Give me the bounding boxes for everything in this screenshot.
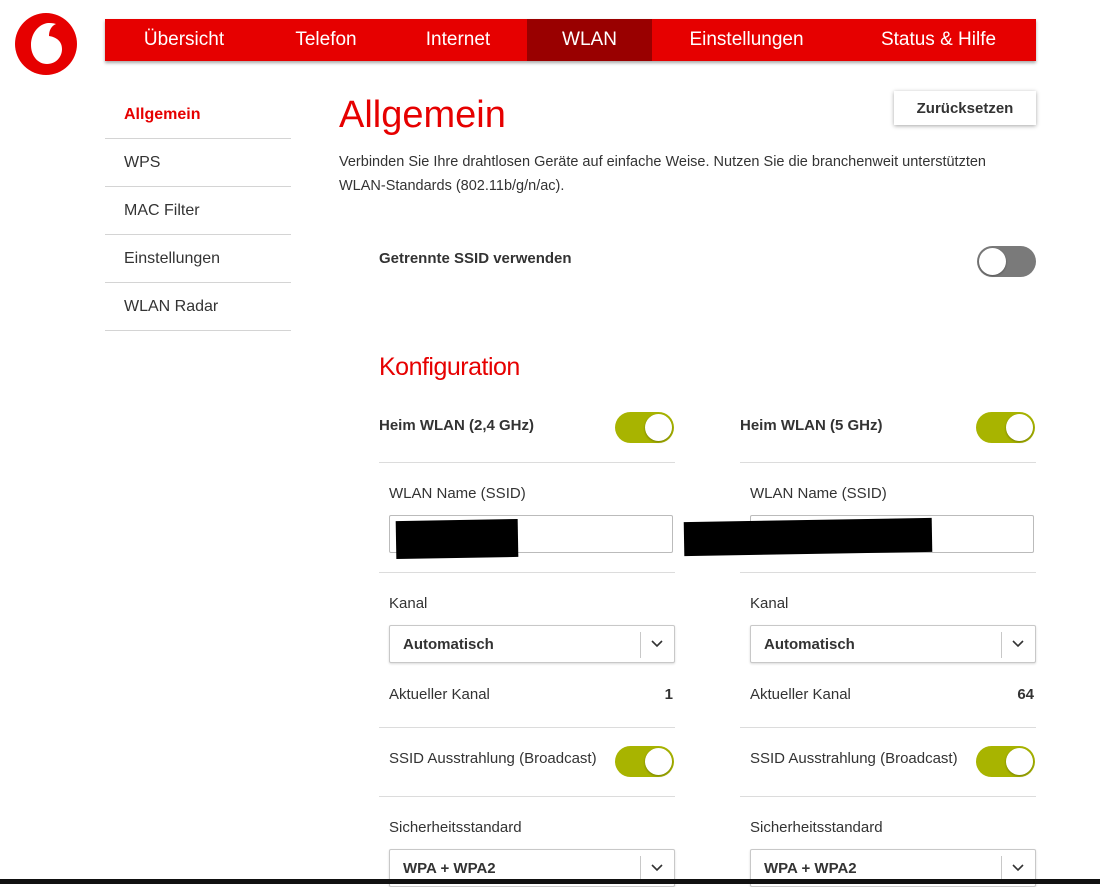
- redaction-mark: [683, 517, 933, 557]
- current-channel-label: Aktueller Kanal: [389, 686, 490, 703]
- sidebar: Allgemein WPS MAC Filter Einstellungen W…: [105, 91, 291, 331]
- divider: [379, 572, 675, 573]
- ssid-label: WLAN Name (SSID): [750, 485, 887, 502]
- current-channel-label: Aktueller Kanal: [750, 686, 851, 703]
- band-header: Heim WLAN (5 GHz): [740, 417, 883, 434]
- broadcast-label: SSID Ausstrahlung (Broadcast): [750, 750, 958, 767]
- band-24ghz-panel: Heim WLAN (2,4 GHz) WLAN Name (SSID) Kan…: [379, 405, 675, 887]
- chevron-down-icon: [1012, 640, 1024, 648]
- toggle-knob: [1006, 414, 1033, 441]
- tab-einstellungen[interactable]: Einstellungen: [652, 19, 841, 61]
- divider: [740, 727, 1036, 728]
- broadcast-5ghz-toggle[interactable]: [976, 746, 1035, 777]
- divider: [379, 462, 675, 463]
- security-label: Sicherheitsstandard: [750, 819, 883, 836]
- config-section-title: Konfiguration: [379, 353, 520, 381]
- channel-label: Kanal: [750, 595, 789, 612]
- tab-internet[interactable]: Internet: [389, 19, 527, 61]
- divider: [740, 796, 1036, 797]
- channel-select-value: Automatisch: [403, 636, 494, 653]
- band-5ghz-toggle[interactable]: [976, 412, 1035, 443]
- page-description: Verbinden Sie Ihre drahtlosen Geräte auf…: [339, 154, 986, 194]
- tab-uebersicht[interactable]: Übersicht: [105, 19, 263, 61]
- ssid-label: WLAN Name (SSID): [389, 485, 526, 502]
- broadcast-label: SSID Ausstrahlung (Broadcast): [389, 750, 597, 767]
- band-5ghz-panel: Heim WLAN (5 GHz) WLAN Name (SSID) Kanal…: [740, 405, 1036, 887]
- sidebar-item-einstellungen[interactable]: Einstellungen: [105, 235, 291, 283]
- select-divider: [640, 632, 641, 658]
- top-navigation: Übersicht Telefon Internet WLAN Einstell…: [105, 19, 1036, 61]
- broadcast-24ghz-toggle[interactable]: [615, 746, 674, 777]
- channel-select-value: Automatisch: [764, 636, 855, 653]
- toggle-knob: [979, 248, 1006, 275]
- divider: [379, 796, 675, 797]
- chevron-down-icon: [651, 864, 663, 872]
- separate-ssid-label: Getrennte SSID verwenden: [379, 250, 572, 267]
- vodafone-logo-icon[interactable]: [15, 13, 77, 75]
- bottom-edge-bar: [0, 879, 1100, 884]
- divider: [379, 727, 675, 728]
- tab-telefon[interactable]: Telefon: [263, 19, 389, 61]
- divider: [740, 572, 1036, 573]
- security-label: Sicherheitsstandard: [389, 819, 522, 836]
- channel-label: Kanal: [389, 595, 428, 612]
- select-divider: [1001, 632, 1002, 658]
- band-24ghz-toggle[interactable]: [615, 412, 674, 443]
- divider: [740, 462, 1036, 463]
- current-channel-value: 1: [664, 686, 673, 703]
- security-select-value: WPA + WPA2: [403, 860, 496, 877]
- channel-select[interactable]: Automatisch: [750, 625, 1036, 663]
- tab-status-hilfe[interactable]: Status & Hilfe: [841, 19, 1036, 61]
- separate-ssid-toggle[interactable]: [977, 246, 1036, 277]
- reset-button[interactable]: Zurücksetzen: [894, 91, 1036, 125]
- channel-select[interactable]: Automatisch: [389, 625, 675, 663]
- band-header: Heim WLAN (2,4 GHz): [379, 417, 535, 434]
- toggle-knob: [1006, 748, 1033, 775]
- sidebar-item-mac-filter[interactable]: MAC Filter: [105, 187, 291, 235]
- chevron-down-icon: [1012, 864, 1024, 872]
- sidebar-item-allgemein[interactable]: Allgemein: [105, 91, 291, 139]
- page-title: Allgemein: [339, 94, 506, 136]
- security-select-value: WPA + WPA2: [764, 860, 857, 877]
- sidebar-item-wlan-radar[interactable]: WLAN Radar: [105, 283, 291, 331]
- tab-wlan[interactable]: WLAN: [527, 19, 652, 61]
- redaction-mark: [395, 518, 519, 560]
- toggle-knob: [645, 748, 672, 775]
- current-channel-value: 64: [1017, 686, 1034, 703]
- sidebar-item-wps[interactable]: WPS: [105, 139, 291, 187]
- chevron-down-icon: [651, 640, 663, 648]
- toggle-knob: [645, 414, 672, 441]
